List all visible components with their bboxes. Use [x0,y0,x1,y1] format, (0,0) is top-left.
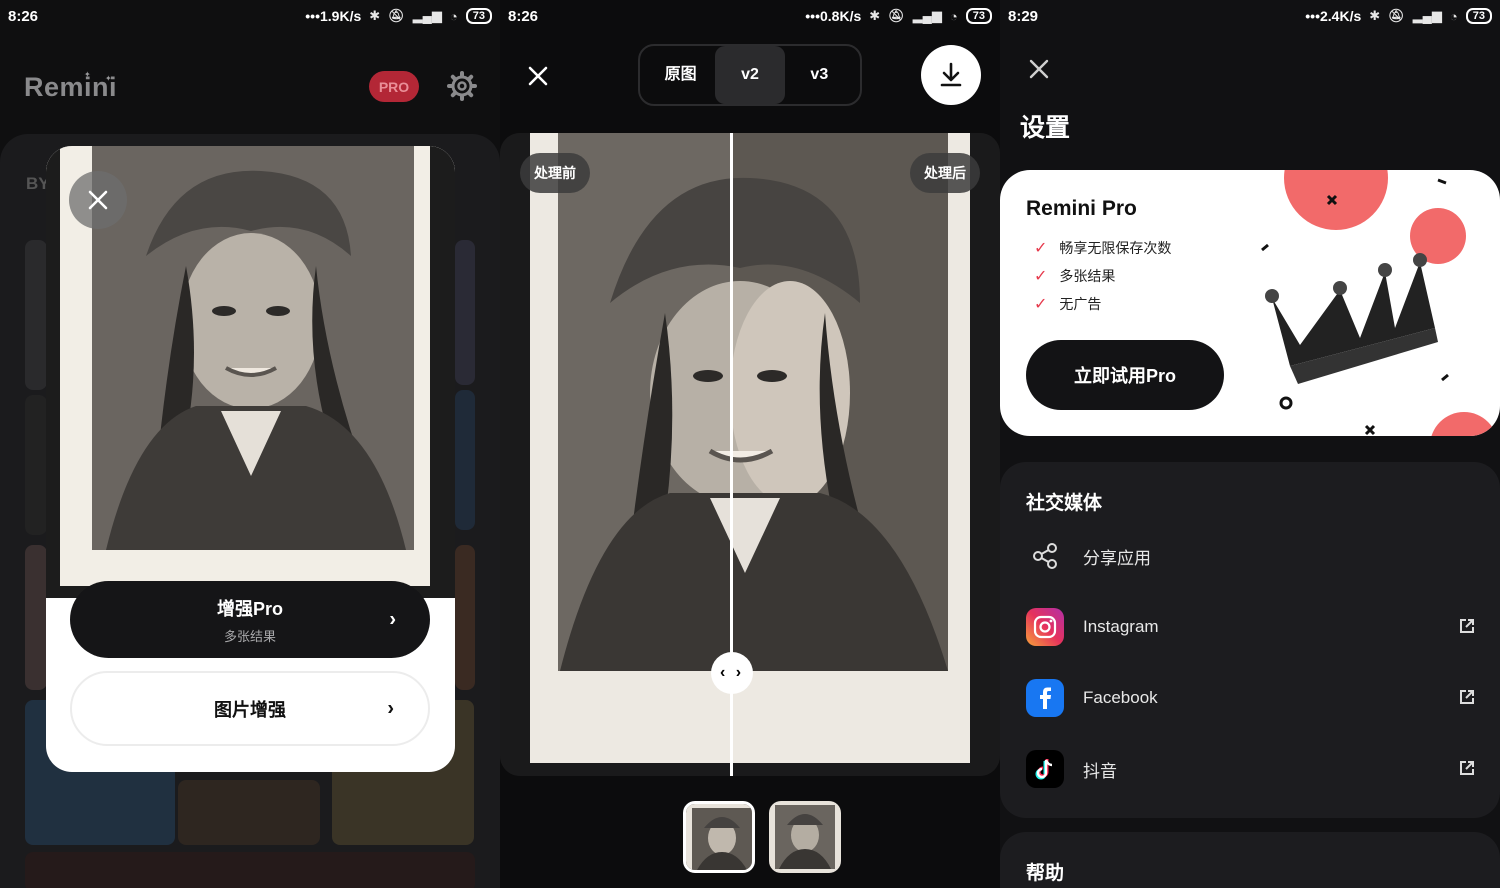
pro-card-title: Remini Pro [1026,197,1137,220]
section-title: 社交媒体 [1026,493,1103,514]
instagram-label: Instagram [1083,617,1159,636]
pro-feature: ✓ 多张结果 [1034,268,1116,285]
tiktok-label: 抖音 [1083,761,1117,781]
feed-tile[interactable] [25,395,47,535]
battery-icon: 73 [965,8,992,24]
after-label: 处理后 [910,153,980,193]
instagram-item[interactable]: Instagram [1026,607,1476,647]
feed-tile[interactable] [455,545,475,690]
battery-icon: 73 [1465,8,1492,24]
check-icon: ✓ [1034,296,1048,313]
compare-handle[interactable]: ‹ › [711,652,753,694]
facebook-icon [1026,679,1064,717]
enhance-pro-subtitle: 多张结果 [223,628,276,644]
external-link-icon [1460,761,1474,775]
wifi-icon: ◔ [1449,8,1458,24]
crown-illustration [1261,170,1497,436]
enhance-pro-button[interactable]: 增强Pro 多张结果 › [70,581,430,658]
version-switcher: 原图 v2 v3 [638,44,862,106]
facebook-item[interactable]: Facebook [1026,678,1476,718]
pro-feature: ✓ 畅享无限保存次数 [1034,240,1172,257]
compare-screen: 8:26 •••0.8K/s ✱ 🔕︎ ▂▄▆ ◔ 73 原图 v2 v3 处理… [500,0,1000,888]
logo-sparkle: ✦ [84,70,91,79]
download-button[interactable] [921,45,981,105]
pro-badge[interactable]: PRO [369,71,419,102]
feed-tile[interactable] [455,240,475,385]
before-label: 处理前 [520,153,590,193]
feed-tile[interactable] [178,780,320,845]
page-title: 设置 [1020,114,1071,142]
network-speed: •••1.9K/s [305,8,362,24]
wifi-icon: ◔ [449,8,458,24]
chevron-right-icon: › [389,608,396,630]
instagram-icon [1026,608,1064,646]
wifi-icon: ◔ [949,8,958,24]
enhance-title: 图片增强 [214,699,286,720]
tab-original[interactable]: 原图 [646,46,715,104]
gear-icon[interactable] [446,70,478,102]
chevron-right-icon: › [387,697,394,719]
close-icon [88,190,108,210]
download-icon [940,62,962,87]
tab-v2[interactable]: v2 [715,46,785,104]
close-modal-button[interactable] [69,171,127,229]
status-time: 8:26 [508,7,539,25]
home-screen: 8:26 •••1.9K/s ✱ 🔕︎ ▂▄▆ ◔ 73 Remini ✦ ✦ … [0,0,500,888]
settings-screen: 8:29 •••2.4K/s ✱ 🔕︎ ▂▄▆ ◔ 73 设置 Remini P… [1000,0,1500,888]
signal-icon: ▂▄▆ [412,8,442,23]
social-media-section: 社交媒体 分享应用 Instagram Facebook 抖音 [1000,462,1500,818]
share-app-label: 分享应用 [1083,548,1151,568]
thumbnail-image [686,804,752,870]
close-icon[interactable] [522,60,554,92]
battery-icon: 73 [465,8,492,24]
enhance-button[interactable]: 图片增强 › [70,671,430,746]
bluetooth-icon: ✱ [869,8,881,23]
enhance-pro-title: 增强Pro [216,598,283,619]
feed-tile[interactable] [25,240,47,390]
status-bar: 8:26 •••1.9K/s ✱ 🔕︎ ▂▄▆ ◔ 73 [0,0,500,32]
status-time: 8:26 [8,7,39,25]
signal-icon: ▂▄▆ [1412,8,1442,23]
mute-icon: 🔕︎ [888,8,905,23]
feed-tile[interactable] [25,545,47,690]
section-title: 帮助 [1026,863,1065,884]
status-bar: 8:29 •••2.4K/s ✱ 🔕︎ ▂▄▆ ◔ 73 [1000,0,1500,32]
mute-icon: 🔕︎ [1388,8,1405,23]
result-thumbnail-v2[interactable] [683,801,755,873]
network-speed: •••2.4K/s [1305,8,1362,24]
close-icon[interactable] [1024,54,1054,84]
share-app-item[interactable]: 分享应用 [1026,536,1476,576]
status-time: 8:29 [1008,7,1039,25]
status-bar: 8:26 •••0.8K/s ✱ 🔕︎ ▂▄▆ ◔ 73 [500,0,1000,32]
help-section: 帮助 [1000,832,1500,888]
thumbnail-image [769,801,841,873]
mute-icon: 🔕︎ [388,8,405,23]
try-pro-button[interactable]: 立即试用Pro [1026,340,1224,410]
feed-tile[interactable] [25,852,475,888]
logo-sparkle: ✦ [105,74,112,83]
tiktok-icon [1026,750,1064,788]
check-icon: ✓ [1034,240,1048,257]
result-thumbnail-v3[interactable] [769,801,841,873]
network-speed: •••0.8K/s [805,8,862,24]
facebook-label: Facebook [1083,688,1158,707]
pro-feature: ✓ 无广告 [1034,296,1102,313]
signal-icon: ▂▄▆ [912,8,942,23]
tab-v3[interactable]: v3 [785,46,854,104]
app-logo: Remini [24,72,118,102]
external-link-icon [1460,690,1474,704]
check-icon: ✓ [1034,268,1048,285]
bluetooth-icon: ✱ [1369,8,1381,23]
pro-promo-card: Remini Pro ✓ 畅享无限保存次数 ✓ 多张结果 ✓ 无广告 立即试用Pro [1000,170,1500,436]
feed-tile[interactable] [455,390,475,530]
share-icon [1026,537,1064,575]
external-link-icon [1460,619,1474,633]
bluetooth-icon: ✱ [369,8,381,23]
tiktok-item[interactable]: 抖音 [1026,749,1476,789]
